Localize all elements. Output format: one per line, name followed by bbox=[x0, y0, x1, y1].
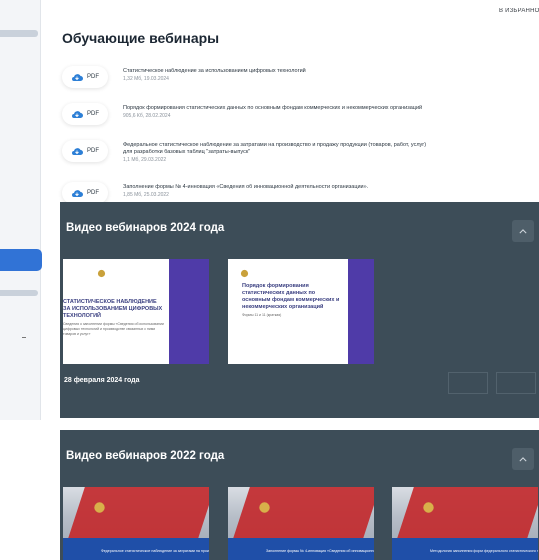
file-title-link[interactable]: Заполнение формы № 4-инновация «Сведения… bbox=[123, 184, 539, 191]
download-pdf-button[interactable]: PDF bbox=[62, 66, 108, 88]
file-title-link[interactable]: Порядок формирования статистических данн… bbox=[123, 105, 539, 112]
carousel-next-button[interactable] bbox=[496, 372, 536, 394]
file-meta: 1,1 Mб, 29.03.2022 bbox=[123, 157, 167, 163]
thumb-caption: Заполнение формы № 4-инновация «Сведения… bbox=[266, 549, 374, 553]
video-thumbnail[interactable]: СТАТИСТИЧЕСКОЕ НАБЛЮДЕНИЕ ЗА ИСПОЛЬЗОВАН… bbox=[63, 259, 209, 364]
emblem-icon bbox=[423, 502, 434, 513]
file-title-line2[interactable]: для разработки базовых таблиц "затраты-в… bbox=[123, 149, 539, 156]
file-item: PDF Статистическое наблюдение за использ… bbox=[60, 60, 539, 97]
thumb-title-line: ТЕХНОЛОГИЙ bbox=[63, 313, 101, 319]
emblem-icon bbox=[97, 269, 106, 278]
thumb-sub-line: товаров и услуг» bbox=[63, 332, 91, 336]
cloud-download-icon bbox=[72, 110, 83, 118]
thumb-title-line: ЗА ИСПОЛЬЗОВАНИЕМ ЦИФРОВЫХ bbox=[63, 306, 163, 312]
file-type-label: PDF bbox=[87, 148, 99, 154]
thumb-sub-line: Формы 11 и 11 (краткая) bbox=[242, 313, 282, 317]
section-title: Видео вебинаров 2022 года bbox=[66, 450, 225, 462]
sidebar-item[interactable] bbox=[0, 30, 38, 37]
add-to-favorites-link[interactable]: В ИЗБРАННОЕ bbox=[499, 8, 539, 14]
emblem-icon bbox=[259, 502, 270, 513]
chevron-up-icon bbox=[519, 456, 527, 461]
download-pdf-button[interactable]: PDF bbox=[62, 182, 108, 204]
cloud-download-icon bbox=[72, 147, 83, 155]
download-pdf-button[interactable]: PDF bbox=[62, 103, 108, 125]
sidebar-active-item[interactable] bbox=[0, 249, 42, 271]
section-title: Видео вебинаров 2024 года bbox=[66, 222, 225, 234]
video-thumbnail[interactable]: Федеральное статистическое наблюдение за… bbox=[63, 487, 209, 560]
chevron-up-icon bbox=[519, 228, 527, 233]
collapse-button[interactable] bbox=[512, 220, 534, 242]
file-list: PDF Статистическое наблюдение за использ… bbox=[60, 60, 539, 213]
emblem-icon bbox=[94, 502, 105, 513]
thumb-accent bbox=[169, 259, 209, 364]
carousel-prev-button[interactable] bbox=[448, 372, 488, 394]
file-meta: 1,32 Mб, 19.03.2024 bbox=[123, 76, 169, 82]
video-thumbnail[interactable]: Заполнение формы № 4-инновация «Сведения… bbox=[228, 487, 374, 560]
thumb-title-line: Порядок формирования bbox=[242, 283, 309, 289]
thumb-caption: Федеральное статистическое наблюдение за… bbox=[101, 549, 209, 553]
video-thumbnail[interactable]: Порядок формирования статистических данн… bbox=[228, 259, 374, 364]
thumb-caption: Методология заполнения форм федерального… bbox=[430, 549, 538, 553]
video-section-2024: Видео вебинаров 2024 года СТАТИСТИЧЕСКОЕ… bbox=[60, 202, 539, 418]
emblem-icon bbox=[240, 269, 249, 278]
file-item: PDF Федеральное статистическое наблюдени… bbox=[60, 134, 539, 176]
page-title: Обучающие вебинары bbox=[62, 30, 220, 46]
file-type-label: PDF bbox=[87, 74, 99, 80]
thumb-title-line: некоммерческих организаций bbox=[242, 304, 324, 310]
cloud-download-icon bbox=[72, 73, 83, 81]
left-sidebar bbox=[0, 0, 42, 420]
file-meta: 905,6 Кб, 28.02.2024 bbox=[123, 113, 171, 119]
file-title-link[interactable]: Федеральное статистическое наблюдение за… bbox=[123, 142, 539, 149]
file-item: PDF Порядок формирования статистических … bbox=[60, 97, 539, 134]
collapse-button[interactable] bbox=[512, 448, 534, 470]
thumb-title-line: статистических данных по bbox=[242, 290, 316, 296]
thumb-accent bbox=[348, 259, 374, 364]
video-section-2022: Видео вебинаров 2022 года Федеральное ст… bbox=[60, 430, 539, 560]
thumb-title-line: СТАТИСТИЧЕСКОЕ НАБЛЮДЕНИЕ bbox=[63, 299, 157, 305]
cloud-download-icon bbox=[72, 189, 83, 197]
file-type-label: PDF bbox=[87, 190, 99, 196]
thumb-title-line: основным фондам коммерческих и bbox=[242, 297, 340, 303]
file-type-label: PDF bbox=[87, 111, 99, 117]
file-meta: 1,85 Mб, 25.03.2022 bbox=[123, 192, 169, 198]
sidebar-item[interactable] bbox=[0, 290, 38, 296]
video-thumbnail[interactable]: Методология заполнения форм федерального… bbox=[392, 487, 538, 560]
download-pdf-button[interactable]: PDF bbox=[62, 140, 108, 162]
file-title-link[interactable]: Статистическое наблюдение за использован… bbox=[123, 68, 539, 75]
video-date: 28 февраля 2024 года bbox=[64, 377, 140, 384]
sidebar-marker bbox=[22, 337, 26, 338]
